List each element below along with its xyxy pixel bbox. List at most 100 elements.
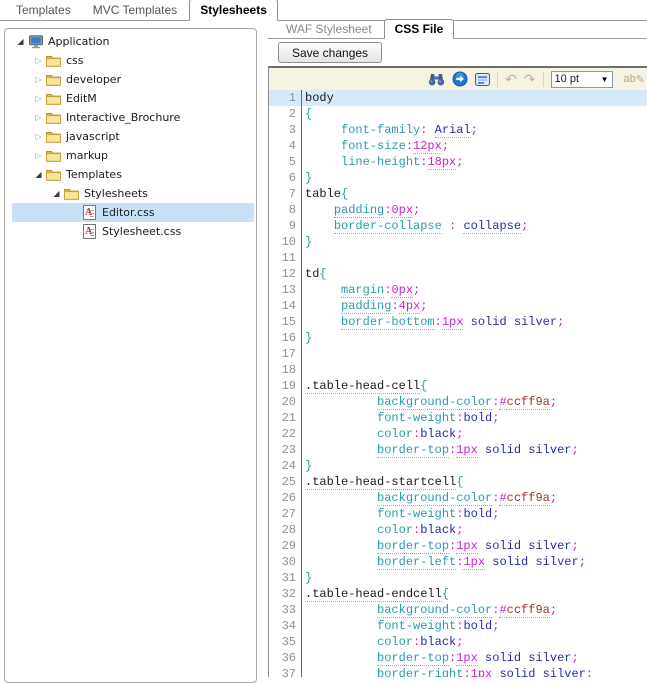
code-text: border-left:1px solid silver; — [377, 555, 586, 570]
code-line: 13 margin:0px; — [269, 282, 647, 298]
line-number: 4 — [288, 139, 296, 153]
editor-tab-bar: WAF Stylesheet CSS File — [268, 19, 647, 39]
tree-item-stylesheets[interactable]: ◢ Stylesheets — [12, 184, 254, 203]
tree-item-editor-css[interactable]: A Editor.css — [12, 203, 254, 222]
code-line: 18 — [269, 362, 647, 378]
expand-arrow-icon[interactable]: ▷ — [32, 146, 45, 165]
folder-icon — [45, 149, 62, 162]
chevron-down-icon: ▼ — [600, 74, 609, 84]
expand-arrow-icon[interactable]: ▷ — [32, 108, 45, 127]
code-text: } — [305, 171, 313, 185]
line-number: 13 — [281, 283, 296, 297]
line-number: 17 — [281, 347, 296, 361]
line-number: 9 — [288, 219, 296, 233]
expand-arrow-icon[interactable]: ▷ — [32, 51, 45, 70]
code-area[interactable]: 1 body 2{3 font-family: Arial; 4 font-size:… — [269, 90, 647, 677]
code-text: font-family: Arial; — [341, 123, 478, 138]
line-number: 20 — [281, 395, 296, 409]
file-tree: ◢ Application ▷ css ▷ developer ▷ EditM ▷ Interac… — [5, 32, 256, 241]
line-number: 6 — [288, 171, 296, 185]
toolbar-separator — [497, 71, 499, 87]
line-number: 19 — [281, 379, 296, 393]
save-changes-button[interactable]: Save changes — [278, 42, 383, 63]
tab-templates[interactable]: Templates — [6, 0, 81, 20]
code-line: 27 font-weight:bold; — [269, 506, 647, 522]
line-number: 28 — [281, 523, 296, 537]
code-line: 26 background-color:#ccff9a; — [269, 490, 647, 506]
font-size-value: 10 pt — [554, 73, 579, 85]
line-number: 37 — [281, 667, 296, 677]
tree-item-label: EditM — [66, 92, 97, 105]
code-text: font-size:12px; — [341, 139, 450, 154]
go-icon[interactable] — [452, 70, 468, 88]
code-line: 37 border-right:1px solid silver; — [269, 666, 647, 677]
line-number: 3 — [288, 123, 296, 137]
code-line: 20 background-color:#ccff9a; — [269, 394, 647, 410]
collapse-arrow-icon[interactable]: ◢ — [50, 184, 63, 203]
code-line: 10} — [269, 234, 647, 250]
tree-item-label: markup — [66, 149, 108, 162]
code-text: .table-head-cell{ — [305, 379, 428, 394]
code-text: color:black; — [377, 523, 464, 537]
collapse-arrow-icon[interactable]: ◢ — [32, 165, 45, 184]
tab-mvc-templates[interactable]: MVC Templates — [83, 0, 187, 20]
redo-icon[interactable]: ↷ — [524, 70, 536, 88]
line-number: 18 — [281, 363, 296, 377]
expand-arrow-icon[interactable]: ▷ — [32, 89, 45, 108]
tree-item-interactive-brochure[interactable]: ▷ Interactive_Brochure — [12, 108, 254, 127]
collapse-arrow-icon[interactable]: ◢ — [14, 32, 27, 51]
code-text: font-weight:bold; — [377, 619, 500, 633]
editor-tab-waf-stylesheet[interactable]: WAF Stylesheet — [276, 20, 382, 38]
line-number: 23 — [281, 443, 296, 457]
code-line: 7 table{ — [269, 186, 647, 202]
code-line: 4 font-size:12px; — [269, 138, 647, 154]
css-file-icon: A — [81, 205, 98, 220]
editor-tab-css-file[interactable]: CSS File — [383, 19, 455, 39]
code-line: 25 .table-head-startcell{ — [269, 474, 647, 490]
tree-item-label: Stylesheet.css — [102, 225, 182, 238]
css-editor[interactable]: ↶ ↷ 10 pt ▼ ab ✎ 1 body 2{3 font-family: Ar… — [268, 66, 647, 677]
editor-toolbar: ↶ ↷ 10 pt ▼ ab ✎ — [269, 68, 647, 91]
code-text: padding:4px; — [341, 299, 428, 314]
tree-item-javascript[interactable]: ▷ javascript — [12, 127, 254, 146]
tree-item-label: Application — [48, 35, 110, 48]
code-text: font-weight:bold; — [377, 507, 500, 521]
line-number: 31 — [281, 571, 296, 585]
line-number: 24 — [281, 459, 296, 473]
tree-item-label: Templates — [66, 168, 122, 181]
expand-arrow-icon[interactable]: ▷ — [32, 70, 45, 89]
font-size-select[interactable]: 10 pt ▼ — [550, 70, 613, 88]
code-line: 31} — [269, 570, 647, 586]
search-binoculars-icon[interactable] — [428, 70, 445, 88]
code-line: 5 line-height:18px; — [269, 154, 647, 170]
tree-item-label: developer — [66, 73, 122, 86]
tab-stylesheets[interactable]: Stylesheets — [189, 0, 278, 21]
code-text: border-collapse : collapse; — [333, 219, 529, 234]
folder-icon — [45, 130, 62, 143]
code-text: table{ — [305, 187, 349, 201]
expand-arrow-icon[interactable]: ▷ — [32, 127, 45, 146]
tree-item-stylesheet-css[interactable]: A Stylesheet.css — [12, 222, 254, 241]
tree-item-css[interactable]: ▷ css — [12, 51, 254, 70]
line-number: 7 — [288, 187, 296, 201]
line-number: 27 — [281, 507, 296, 521]
selection-icon[interactable] — [475, 70, 491, 88]
folder-icon — [45, 111, 62, 124]
code-line: 6} — [269, 170, 647, 186]
code-text: } — [305, 331, 313, 345]
rename-icon[interactable]: ab ✎ — [624, 70, 645, 88]
tree-item-developer[interactable]: ▷ developer — [12, 70, 254, 89]
line-number: 32 — [281, 587, 296, 601]
tree-item-templates[interactable]: ◢ Templates — [12, 165, 254, 184]
code-text: background-color:#ccff9a; — [377, 491, 558, 506]
line-number: 21 — [281, 411, 296, 425]
folder-icon — [63, 187, 80, 200]
line-number: 16 — [281, 331, 296, 345]
tree-item-editm[interactable]: ▷ EditM — [12, 89, 254, 108]
undo-icon[interactable]: ↶ — [505, 70, 517, 88]
tree-item-application[interactable]: ◢ Application — [12, 32, 254, 51]
code-text: } — [305, 571, 313, 585]
code-line: 9 border-collapse : collapse; — [269, 218, 647, 234]
tree-item-markup[interactable]: ▷ markup — [12, 146, 254, 165]
